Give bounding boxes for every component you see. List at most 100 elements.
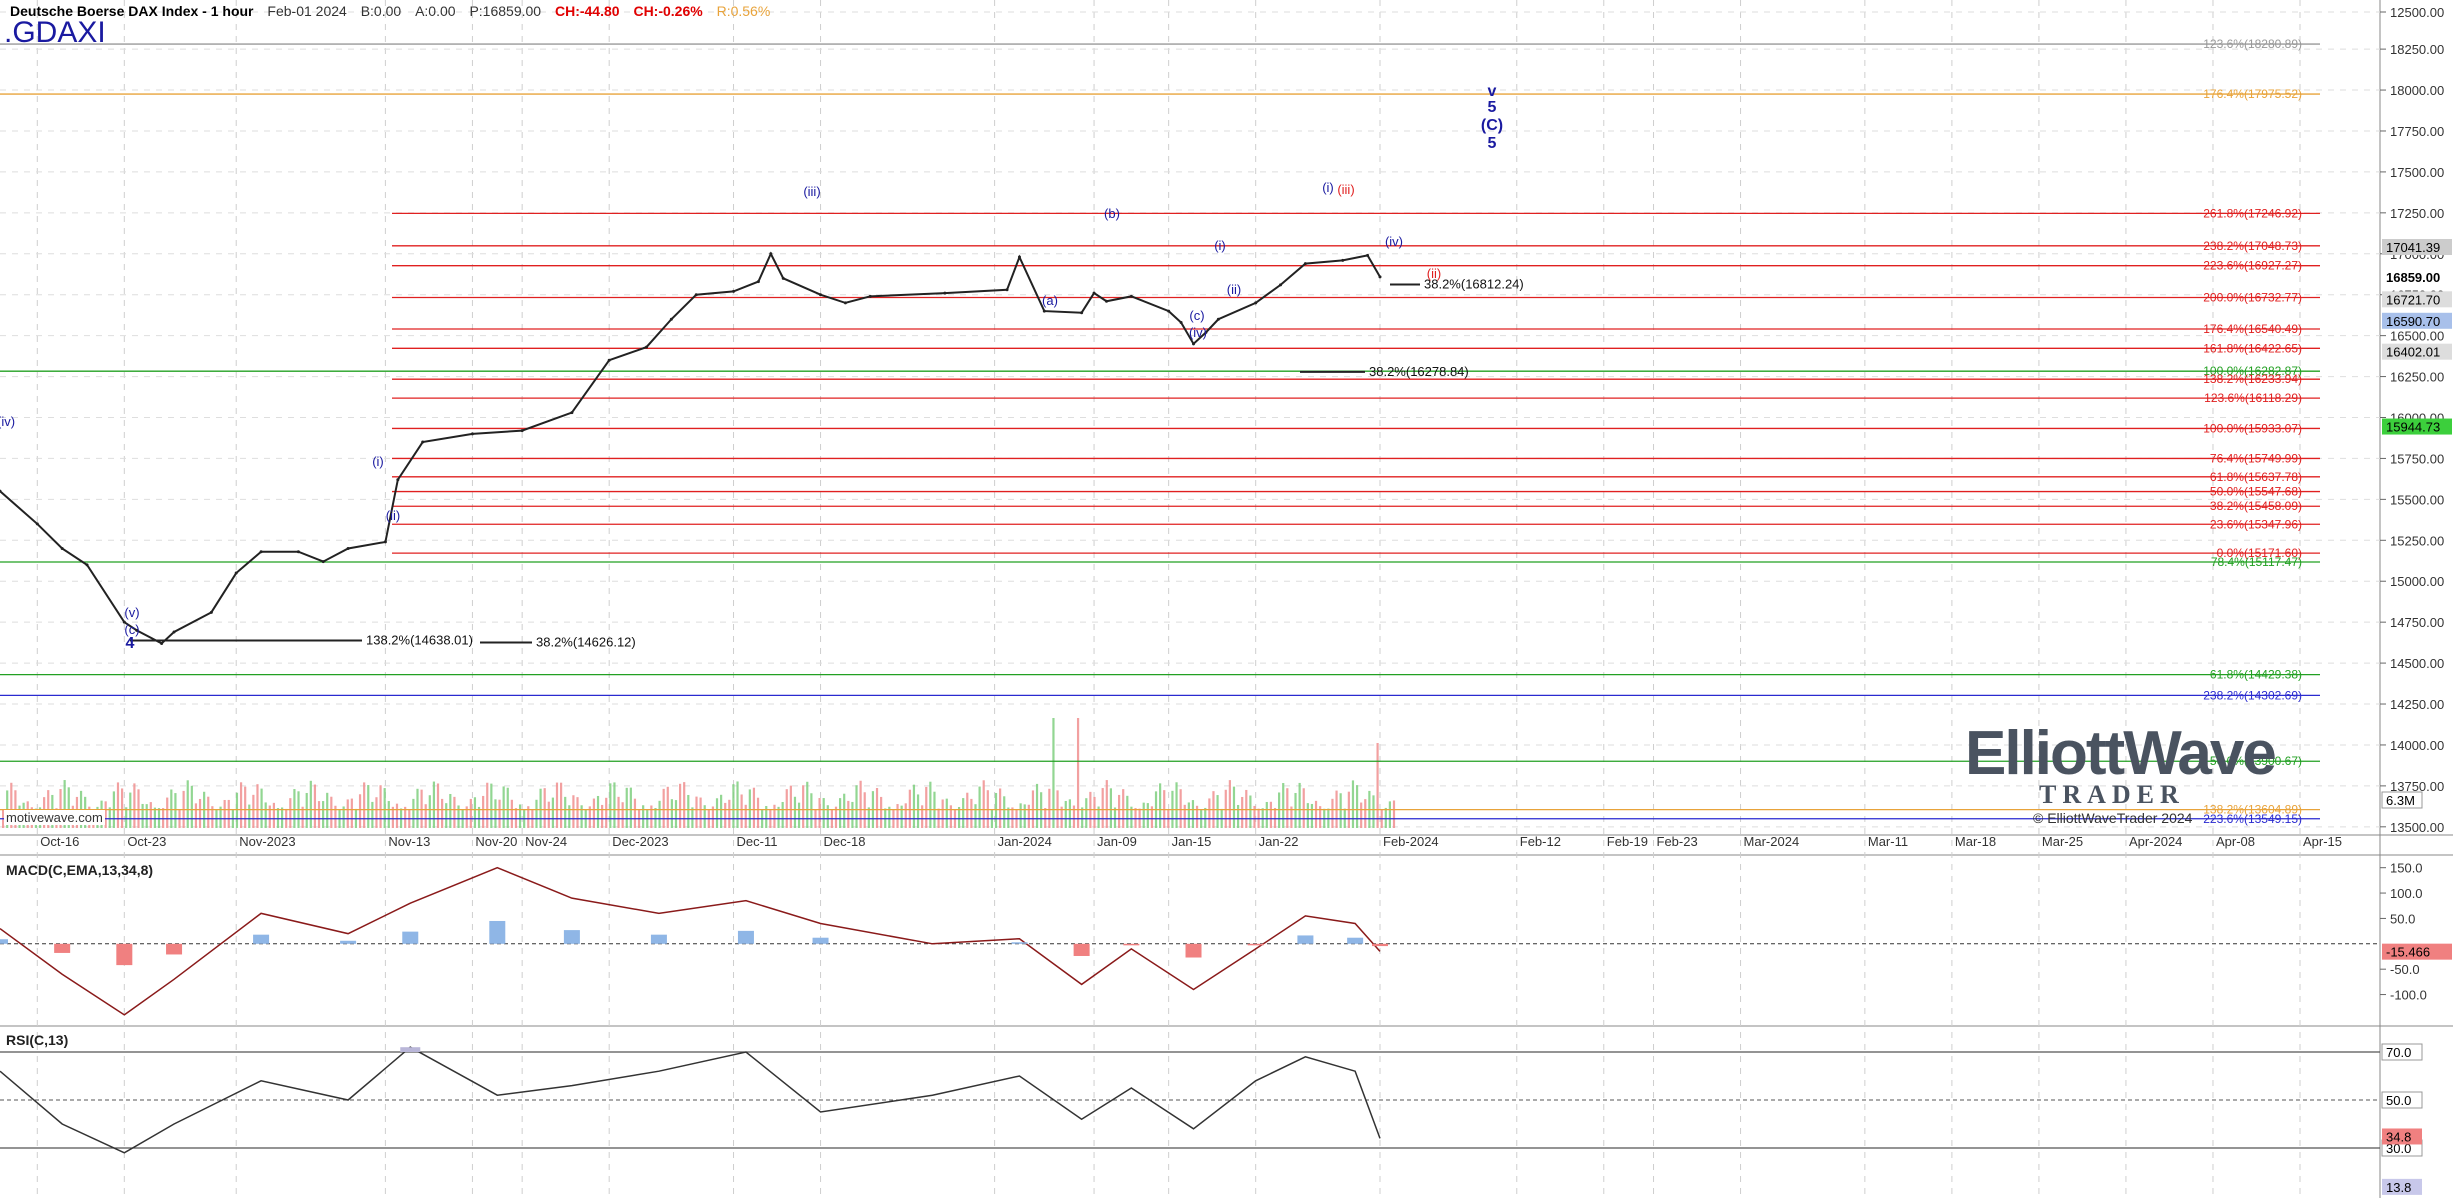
volume-bar <box>317 801 321 828</box>
macd-histogram-bar <box>54 943 71 953</box>
y-tick-label: 17500.00 <box>2390 165 2444 180</box>
volume-bar <box>740 794 743 828</box>
volume-bar <box>1232 786 1236 828</box>
volume-bar <box>1064 800 1067 828</box>
volume-bar <box>145 804 148 828</box>
price-point <box>396 478 400 482</box>
volume-bar <box>166 797 169 828</box>
price-point <box>1017 255 1021 259</box>
volume-bar <box>1126 795 1129 828</box>
price-point <box>296 550 300 554</box>
volume-bar <box>227 799 230 828</box>
x-tick-label: Nov-13 <box>388 834 430 849</box>
volume-bar <box>970 798 973 828</box>
volume-bar <box>502 786 505 828</box>
volume-bar <box>847 800 850 828</box>
volume-bar <box>1011 807 1014 828</box>
volume-bar <box>1044 808 1047 828</box>
y-tick-label: 15250.00 <box>2390 533 2444 548</box>
volume-bar <box>1076 718 1080 828</box>
wave-label: (ii) <box>386 508 400 523</box>
volume-bar <box>974 804 977 828</box>
price-point <box>1167 309 1171 313</box>
macd-histogram-bar <box>1123 943 1140 946</box>
macd-histogram-bar <box>1011 942 1028 944</box>
volume-bar <box>818 798 821 828</box>
volume-bar <box>272 802 275 828</box>
volume-bar <box>416 788 419 828</box>
logo-copyright: © ElliottWaveTrader 2024 <box>2033 810 2193 826</box>
x-tick-label: Apr-15 <box>2303 834 2342 849</box>
volume-bar <box>133 783 136 828</box>
volume-bar <box>383 788 386 828</box>
volume-bar <box>363 782 366 828</box>
y-tick-label: 15000.00 <box>2390 574 2444 589</box>
volume-bar <box>235 792 239 828</box>
volume-bar <box>1081 807 1084 828</box>
volume-bar <box>276 808 280 828</box>
y-tick-label: 14750.00 <box>2390 615 2444 630</box>
y-tick-label: 16250.00 <box>2390 370 2444 385</box>
volume-bar <box>736 781 739 828</box>
volume-bar <box>157 808 161 828</box>
volume-bar <box>797 802 801 828</box>
header-price: P:16859.00 <box>469 3 542 19</box>
macd-line <box>0 866 1381 1016</box>
macd-y-tick-label: -100.0 <box>2390 988 2427 1003</box>
volume-bar <box>666 786 669 828</box>
x-tick-label: Dec-11 <box>737 834 778 849</box>
y-tick-label: 17250.00 <box>2390 206 2444 221</box>
logo-sub-text: TRADER <box>2039 780 2185 809</box>
volume-bar <box>1216 795 1219 828</box>
volume-bar <box>1048 788 1051 828</box>
price-point <box>1303 262 1307 266</box>
macd-histogram-bar <box>1372 943 1388 947</box>
volume-bar <box>1175 782 1178 828</box>
volume-bar <box>1134 808 1137 828</box>
volume-bar <box>535 799 538 828</box>
price-point <box>234 571 238 575</box>
x-tick-label: Mar-18 <box>1955 834 1996 849</box>
volume-bar <box>1113 807 1117 828</box>
volume-bar <box>904 803 907 828</box>
wave-label: (v) <box>124 605 139 620</box>
price-point <box>85 563 89 567</box>
fib-level-label: 261.8%(17246.92) <box>2203 206 2302 220</box>
volume-bar <box>966 792 969 828</box>
volume-bar <box>326 792 329 828</box>
volume-bar <box>1179 789 1182 828</box>
volume-bar <box>908 789 911 828</box>
volume-bar <box>629 787 632 828</box>
volume-bar <box>1331 798 1334 828</box>
price-point <box>819 293 823 297</box>
fib-level-label: 123.6%(18280.89) <box>2203 37 2302 51</box>
fib-level-label: 138.2%(16233.94) <box>2203 372 2302 386</box>
volume-bar <box>773 804 776 828</box>
volume-bar <box>1302 788 1305 828</box>
macd-histogram-bar <box>812 937 829 944</box>
volume-bar <box>929 781 932 828</box>
fib-level-label: 176.4%(16540.49) <box>2203 322 2302 336</box>
volume-bar <box>1265 801 1268 828</box>
header-change-pct: CH:-0.26% <box>633 3 703 19</box>
macd-histogram-bar <box>402 931 419 944</box>
volume-bar <box>141 803 144 828</box>
x-tick-label: Feb-23 <box>1657 834 1698 849</box>
volume-bar <box>1068 799 1071 828</box>
volume-bar <box>252 794 255 828</box>
macd-y-tick-label: 100.0 <box>2390 886 2423 901</box>
wave-label: (iv) <box>1189 325 1207 340</box>
volume-bar <box>941 799 944 828</box>
wave-label: 5 <box>1488 99 1497 116</box>
volume-bar <box>843 793 846 828</box>
volume-bar <box>1339 793 1342 828</box>
volume-bar <box>695 796 698 828</box>
volume-bar <box>1019 803 1022 828</box>
price-tag-label: 15944.73 <box>2386 420 2440 435</box>
fib-level-label: 61.8%(15637.78) <box>2210 470 2302 484</box>
header-change: CH:-44.80 <box>554 3 620 19</box>
macd-y-tick-label: 150.0 <box>2390 861 2423 876</box>
macd-histogram-bar <box>0 939 8 944</box>
volume-bar <box>330 796 333 828</box>
price-point <box>383 540 387 544</box>
